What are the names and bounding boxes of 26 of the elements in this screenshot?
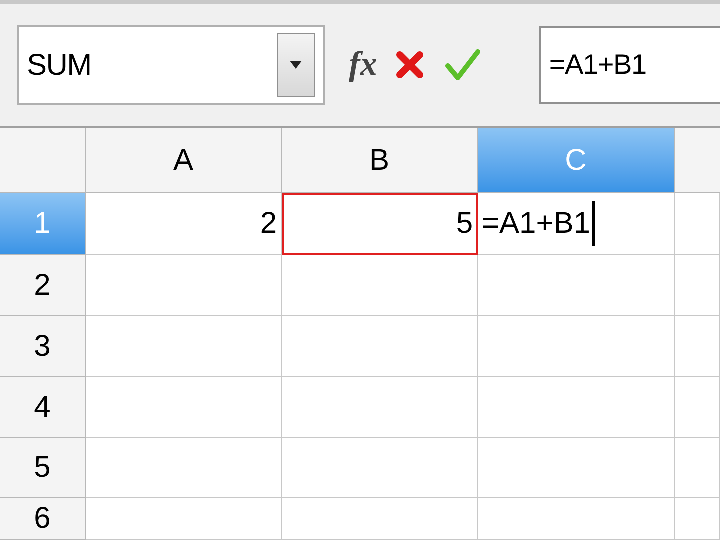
row-header[interactable]: 4 <box>0 377 86 438</box>
formula-text: =A1+B1 <box>549 48 646 82</box>
table-cell: =A1+B1 <box>478 193 675 255</box>
table-cell <box>675 498 720 540</box>
table-cell <box>675 193 720 255</box>
check-icon <box>445 48 482 82</box>
table-cell <box>675 438 720 498</box>
row-header[interactable]: 3 <box>0 316 86 377</box>
corner-cell[interactable] <box>0 128 86 193</box>
row-header[interactable]: 6 <box>0 498 86 540</box>
table-cell <box>675 316 720 377</box>
row-header[interactable]: 5 <box>0 438 86 498</box>
table-cell <box>675 255 720 316</box>
table-cell: 2 <box>86 193 282 255</box>
column-header[interactable]: B <box>282 128 478 193</box>
row-header[interactable]: 2 <box>0 255 86 316</box>
column-header[interactable]: A <box>86 128 282 193</box>
dropdown-button[interactable] <box>277 33 315 97</box>
cross-icon <box>395 50 426 80</box>
table-cell: 5 <box>282 193 478 255</box>
name-box-value: SUM <box>27 48 92 84</box>
name-box[interactable]: SUM <box>17 25 325 105</box>
formula-input[interactable]: =A1+B1 <box>539 26 720 104</box>
function-wizard-button[interactable]: fx <box>349 48 378 82</box>
caret-icon <box>289 60 303 70</box>
table-cell <box>675 377 720 438</box>
